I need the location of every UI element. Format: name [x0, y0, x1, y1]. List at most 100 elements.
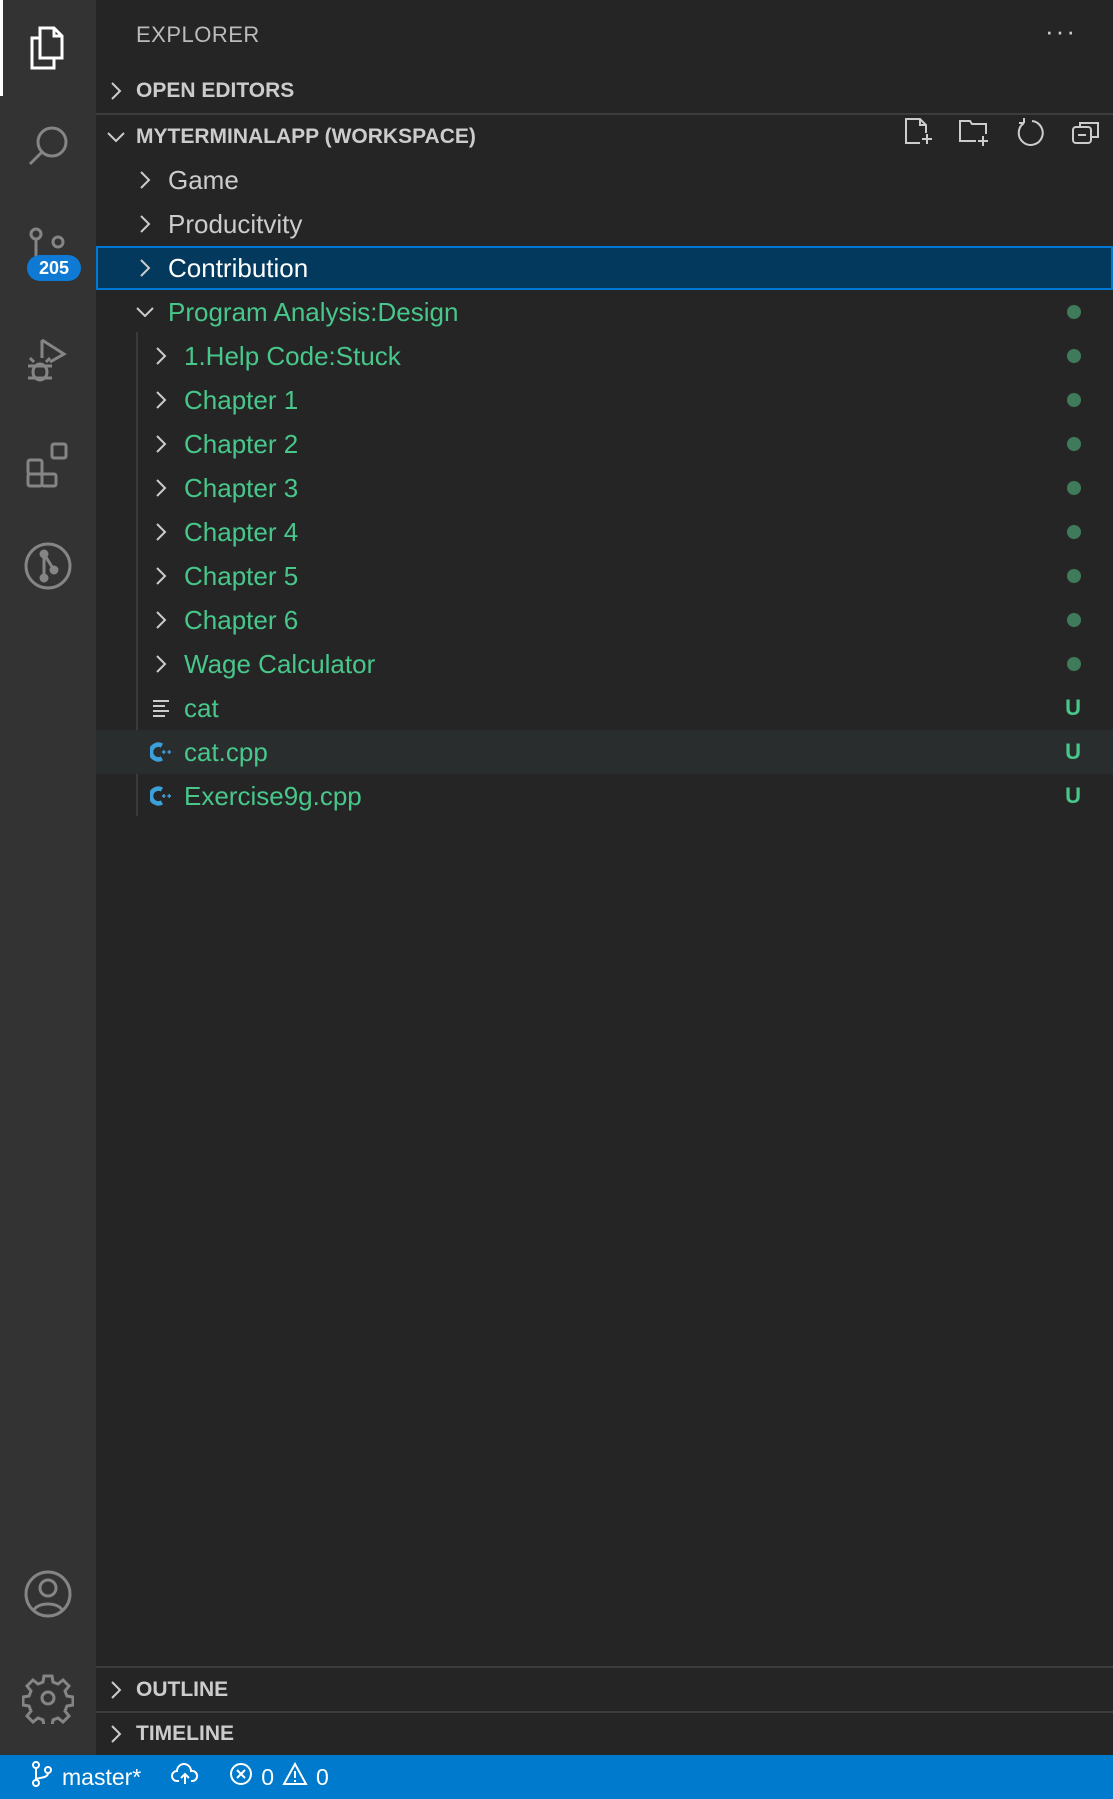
new-file-icon[interactable]: [901, 116, 935, 150]
chevron-down-icon: [134, 305, 156, 319]
git-modified-dot: [1067, 334, 1081, 378]
problems-indicator[interactable]: 0 0: [229, 1761, 329, 1792]
tree-item-label: Chapter 1: [184, 384, 299, 415]
tree-folder[interactable]: Program Analysis:Design: [96, 290, 1113, 334]
chevron-right-icon: [96, 1680, 136, 1700]
git-graph-icon[interactable]: [0, 518, 96, 614]
tree-file[interactable]: cat U: [96, 686, 1113, 730]
chevron-right-icon: [96, 81, 136, 101]
open-editors-label: OPEN EDITORS: [136, 79, 295, 102]
git-modified-dot: [1067, 510, 1081, 554]
refresh-icon[interactable]: [1013, 116, 1047, 150]
tree-folder[interactable]: Wage Calculator: [96, 642, 1113, 686]
error-count: 0: [261, 1763, 275, 1790]
tree-folder[interactable]: Chapter 6: [96, 598, 1113, 642]
run-debug-icon[interactable]: [0, 312, 96, 408]
git-modified-dot: [1067, 290, 1081, 334]
tree-file[interactable]: cat.cpp U: [96, 730, 1113, 774]
tree-item-label: cat: [184, 692, 219, 723]
tree-item-label: Contribution: [168, 252, 309, 283]
git-modified-dot: [1067, 598, 1081, 642]
tree-folder[interactable]: Producitvity: [96, 202, 1113, 246]
chevron-right-icon: [150, 390, 172, 410]
tree-folder[interactable]: Chapter 2: [96, 422, 1113, 466]
explorer-toolbar: [901, 116, 1113, 150]
warning-count: 0: [316, 1763, 329, 1790]
outline-section[interactable]: OUTLINE: [96, 1668, 1113, 1712]
tree-item-label: Wage Calculator: [184, 648, 376, 679]
status-bar: master* 0 0: [0, 1755, 1113, 1799]
new-folder-icon[interactable]: [957, 116, 991, 150]
git-modified-dot: [1067, 642, 1081, 686]
tree-folder[interactable]: Chapter 4: [96, 510, 1113, 554]
tree-folder[interactable]: Chapter 3: [96, 466, 1113, 510]
tree-item-label: Program Analysis:Design: [168, 296, 459, 327]
git-modified-dot: [1067, 422, 1081, 466]
source-control-badge: 205: [27, 255, 82, 281]
chevron-right-icon: [134, 170, 156, 190]
git-status-letter: U: [1065, 783, 1081, 808]
git-untracked-badge: U: [1065, 686, 1081, 730]
outline-label: OUTLINE: [136, 1678, 229, 1701]
branch-indicator[interactable]: master*: [30, 1760, 141, 1794]
tree-folder[interactable]: Contribution: [96, 246, 1113, 290]
chevron-right-icon: [150, 478, 172, 498]
cpp-file-icon: [150, 785, 172, 807]
tree-item-label: Exercise9g.cpp: [184, 780, 362, 811]
tree-item-label: Chapter 2: [184, 428, 299, 459]
accounts-icon[interactable]: [0, 1546, 96, 1642]
git-modified-dot: [1067, 554, 1081, 598]
chevron-right-icon: [150, 346, 172, 366]
error-icon: [229, 1762, 253, 1792]
git-untracked-badge: U: [1065, 774, 1081, 818]
tree-folder[interactable]: Chapter 1: [96, 378, 1113, 422]
tree-folder[interactable]: Game: [96, 158, 1113, 202]
chevron-right-icon: [134, 258, 156, 278]
branch-name: master*: [62, 1763, 142, 1790]
git-branch-icon: [30, 1760, 54, 1794]
extensions-icon[interactable]: [0, 416, 96, 512]
git-modified-dot: [1067, 466, 1081, 510]
chevron-right-icon: [150, 434, 172, 454]
activity-bar: 205: [0, 0, 96, 1755]
text-file-icon: [150, 699, 172, 717]
cloud-upload-icon: [171, 1762, 199, 1792]
tree-item-label: Producitvity: [168, 208, 303, 239]
tree-item-label: Chapter 5: [184, 560, 299, 591]
more-actions-button[interactable]: ···: [1045, 16, 1077, 47]
collapse-all-icon[interactable]: [1069, 116, 1103, 150]
tree-folder[interactable]: 1.Help Code:Stuck: [96, 334, 1113, 378]
open-editors-section[interactable]: OPEN EDITORS: [96, 69, 1113, 113]
explorer-sidebar: EXPLORER ··· OPEN EDITORS MYTERMINALAPP …: [96, 0, 1113, 1755]
publish-button[interactable]: [171, 1762, 199, 1792]
settings-gear-icon[interactable]: [0, 1650, 96, 1746]
tree-item-label: Chapter 4: [184, 516, 299, 547]
chevron-right-icon: [96, 1724, 136, 1744]
explorer-icon[interactable]: [0, 0, 96, 96]
git-status-letter: U: [1065, 739, 1081, 764]
git-status-letter: U: [1065, 695, 1081, 720]
chevron-down-icon: [96, 130, 136, 144]
tree-folder[interactable]: Chapter 5: [96, 554, 1113, 598]
timeline-label: TIMELINE: [136, 1722, 234, 1745]
workspace-label: MYTERMINALAPP (WORKSPACE): [136, 125, 476, 148]
git-untracked-badge: U: [1065, 730, 1081, 774]
chevron-right-icon: [150, 566, 172, 586]
tree-item-label: Chapter 6: [184, 604, 299, 635]
chevron-right-icon: [150, 610, 172, 630]
tree-item-label: 1.Help Code:Stuck: [184, 340, 401, 371]
tree-item-label: Chapter 3: [184, 472, 299, 503]
timeline-section[interactable]: TIMELINE: [96, 1712, 1113, 1756]
tree-item-label: cat.cpp: [184, 736, 268, 767]
git-modified-dot: [1067, 378, 1081, 422]
tree-file[interactable]: Exercise9g.cpp U: [96, 774, 1113, 818]
search-icon[interactable]: [0, 100, 96, 196]
tree-item-label: Game: [168, 164, 239, 195]
cpp-file-icon: [150, 741, 172, 763]
chevron-right-icon: [150, 522, 172, 542]
chevron-right-icon: [150, 654, 172, 674]
source-control-icon[interactable]: [0, 200, 96, 296]
sidebar-title: EXPLORER: [136, 22, 260, 47]
chevron-right-icon: [134, 214, 156, 234]
warning-icon: [282, 1761, 308, 1792]
